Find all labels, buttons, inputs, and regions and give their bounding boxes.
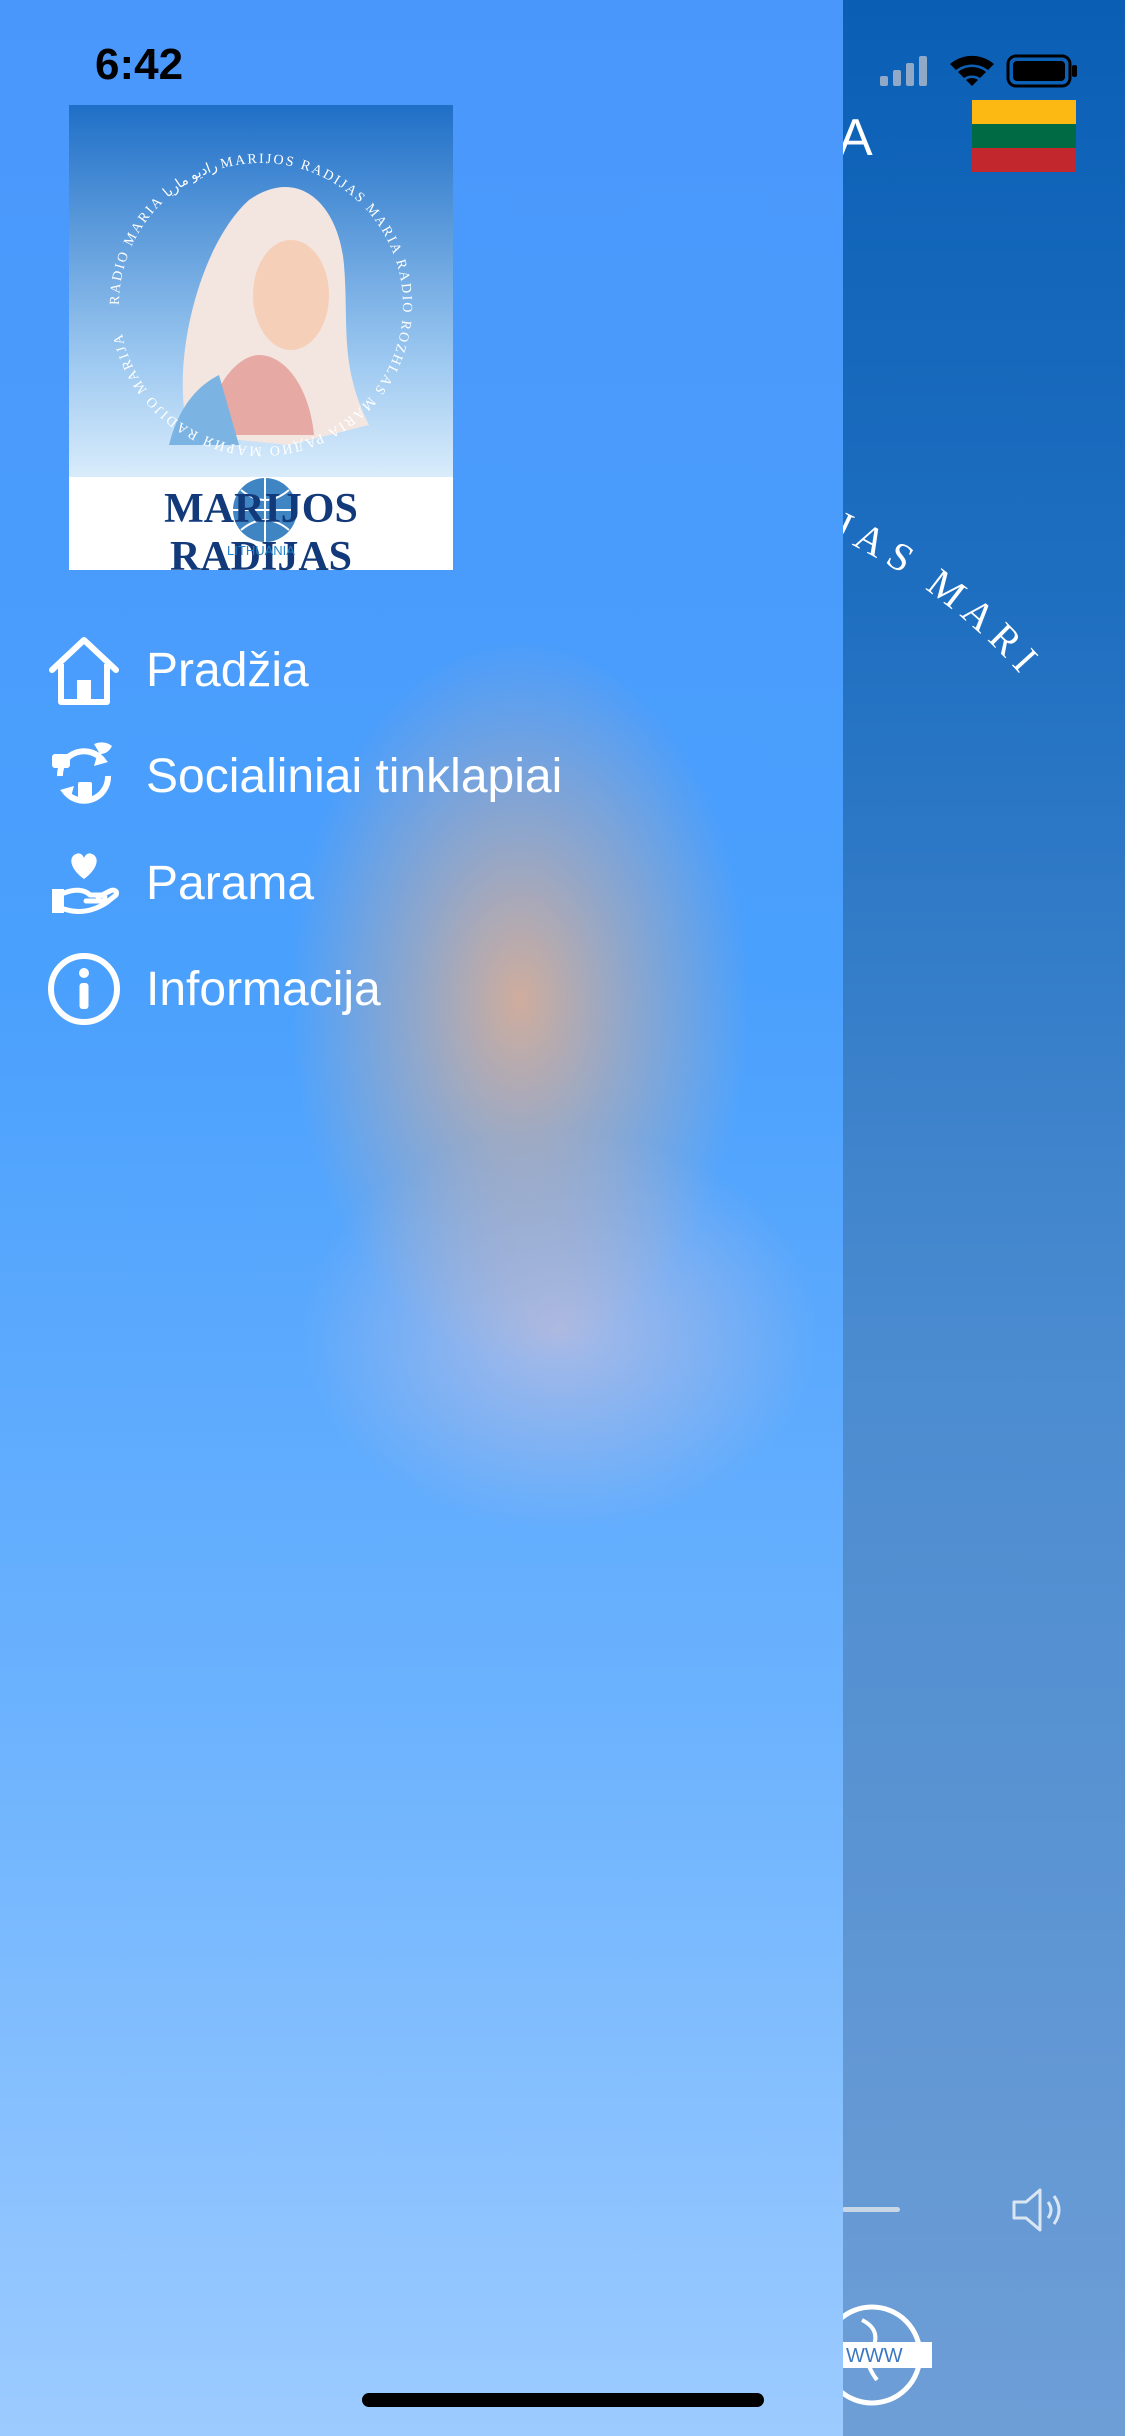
social-networks-icon xyxy=(46,738,122,814)
menu-item-informacija[interactable]: Informacija xyxy=(46,949,381,1029)
logo-title: MARIJOS RADIJAS xyxy=(164,486,358,580)
menu-label-socialiniai-tinklapiai: Socialiniai tinklapiai xyxy=(146,749,563,803)
logo-subtitle: LITHUANIA xyxy=(227,543,295,558)
home-indicator[interactable] xyxy=(362,2393,764,2407)
info-icon xyxy=(46,951,122,1027)
lithuania-flag-icon[interactable] xyxy=(972,100,1076,172)
menu-item-parama[interactable]: Parama xyxy=(46,843,314,923)
cellular-signal-icon xyxy=(880,56,927,86)
battery-icon xyxy=(1006,54,1077,88)
menu-label-parama: Parama xyxy=(146,856,315,910)
screen-title-partial: A xyxy=(838,109,873,167)
menu-label-informacija: Informacija xyxy=(146,962,381,1016)
menu-item-socialiniai-tinklapiai[interactable]: Socialiniai tinklapiai xyxy=(46,736,562,816)
home-icon xyxy=(46,632,122,708)
volume-slider[interactable] xyxy=(842,2207,900,2212)
menu-label-pradzia: Pradžia xyxy=(146,643,309,697)
status-time: 6:42 xyxy=(95,40,184,89)
svg-text:WWW: WWW xyxy=(846,2345,903,2367)
marijos-radijas-logo: RADIO MARIA رادیو ماریا MARIJOS RADIJAS … xyxy=(69,105,453,580)
donate-hand-heart-icon xyxy=(46,845,122,921)
status-icons xyxy=(880,54,1077,88)
www-globe-icon[interactable]: WWW xyxy=(842,2300,932,2410)
speaker-icon[interactable] xyxy=(1010,2185,1070,2235)
navigation-drawer: RADIO MARIA رادیو ماریا MARIJOS RADIJAS … xyxy=(0,0,843,2436)
menu-item-pradzia[interactable]: Pradžia xyxy=(46,630,309,710)
wifi-icon xyxy=(950,55,994,86)
